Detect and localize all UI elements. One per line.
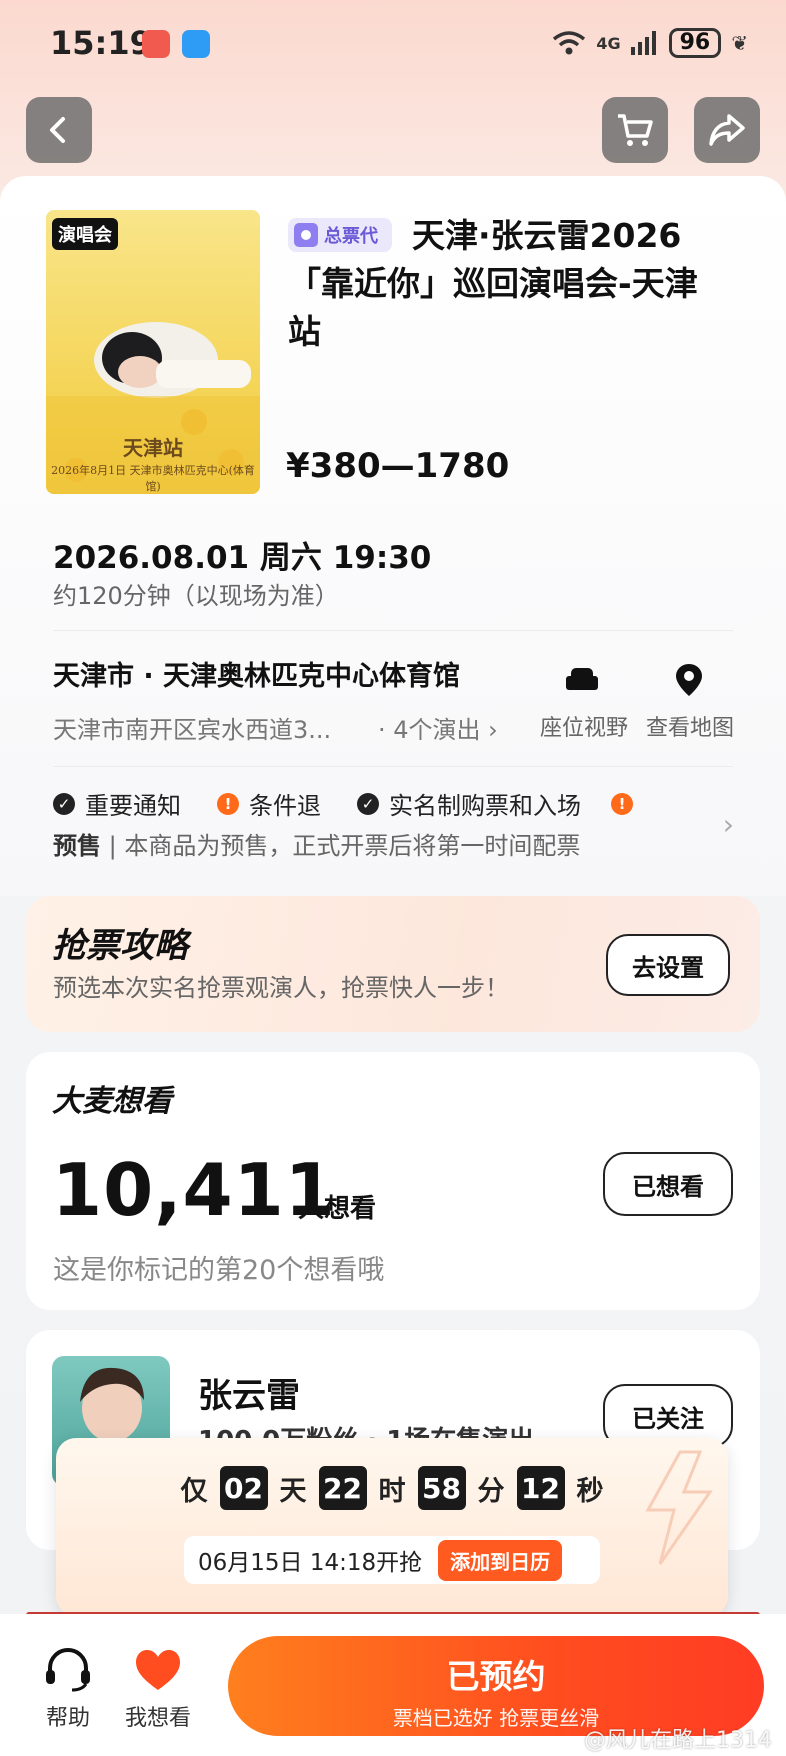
divider	[53, 630, 733, 631]
wishlist-button[interactable]: 我想看	[118, 1648, 198, 1732]
agent-badge-label: 总票代	[324, 226, 378, 247]
presale-text: | 本商品为预售，正式开票后将第一时间配票	[101, 832, 581, 860]
help-label: 帮助	[45, 1706, 90, 1731]
agent-badge: 总票代	[288, 218, 392, 252]
help-button[interactable]: 帮助	[28, 1648, 108, 1732]
status-time: 15:19	[50, 24, 152, 62]
countdown-hours: 22	[318, 1466, 367, 1510]
event-poster[interactable]: 演唱会 天津站 2026年8月1日 天津市奥林匹克中心(体育馆)	[46, 210, 260, 494]
countdown-panel: 仅 02 天 22 时 58 分 12 秒 06月15日 14:18开抢 添加到…	[56, 1438, 728, 1616]
countdown-seconds: 12	[516, 1466, 565, 1510]
presale-notice[interactable]: 预售 | 本商品为预售，正式开票后将第一时间配票	[53, 826, 580, 861]
notice-item: 条件退	[249, 792, 321, 820]
map-label[interactable]: 查看地图	[646, 710, 734, 742]
agent-logo-icon	[294, 223, 318, 247]
battery-indicator: 96	[668, 28, 722, 58]
strategy-title: 抢票攻略	[52, 926, 188, 966]
event-duration: 约120分钟（以现场为准）	[53, 582, 339, 610]
show-count-link[interactable]: · 4个演出 ›	[378, 710, 498, 745]
cta-main-label: 已预约	[446, 1657, 546, 1696]
poster-date-text: 2026年8月1日 天津市奥林匹克中心(体育馆)	[51, 464, 255, 493]
watermark: @风儿在路上1314	[584, 1728, 772, 1753]
venue-name[interactable]: 天津市 · 天津奥林匹克中心体育馆	[53, 654, 460, 693]
show-count: · 4个演出	[378, 716, 481, 744]
chevron-right-icon[interactable]: ›	[723, 808, 734, 841]
countdown-second-unit: 秒	[576, 1475, 604, 1507]
sale-time: 06月15日 14:18开抢	[198, 1550, 423, 1576]
check-icon: ✓	[53, 792, 75, 815]
armchair-icon[interactable]	[565, 663, 599, 697]
message-app-icon	[182, 30, 210, 58]
warning-icon: !	[611, 792, 633, 815]
chevron-left-icon	[50, 117, 65, 143]
heart-icon	[136, 1650, 180, 1690]
notice-item: 重要通知	[85, 792, 181, 820]
strategy-setup-button[interactable]: 去设置	[606, 934, 730, 996]
check-icon: ✓	[357, 792, 379, 815]
warning-icon: !	[217, 792, 239, 815]
presale-tag: 预售	[53, 832, 101, 860]
wanted-button[interactable]: 已想看	[603, 1152, 733, 1216]
add-to-calendar-button[interactable]: 添加到日历	[438, 1539, 563, 1581]
price-range: ¥380—1780	[286, 446, 510, 486]
artist-name[interactable]: 张云雷	[198, 1368, 300, 1417]
sale-time-bar: 06月15日 14:18开抢 添加到日历	[184, 1536, 600, 1584]
status-bar: 15:19 4G 96 ❦	[0, 0, 786, 90]
cart-button[interactable]	[602, 97, 668, 163]
share-button[interactable]	[694, 97, 760, 163]
map-pin-icon[interactable]	[672, 663, 706, 697]
want-unit: 人想看	[298, 1194, 377, 1224]
countdown-prefix: 仅	[180, 1475, 208, 1507]
cart-icon	[618, 114, 653, 146]
lightning-icon	[645, 1450, 713, 1565]
wishlist-label: 我想看	[124, 1706, 191, 1731]
countdown-timer: 仅 02 天 22 时 58 分 12 秒	[56, 1466, 728, 1510]
strategy-subtitle: 预选本次实名抢票观演人，抢票快人一步！	[53, 974, 509, 1002]
want-note: 这是你标记的第20个想看哦	[53, 1255, 385, 1286]
share-icon	[709, 114, 745, 146]
countdown-minute-unit: 分	[477, 1475, 505, 1507]
back-button[interactable]	[26, 97, 92, 163]
wifi-icon	[553, 31, 586, 55]
network-label: 4G	[596, 33, 621, 53]
headset-icon	[46, 1648, 90, 1692]
countdown-day-unit: 天	[279, 1475, 307, 1507]
signal-icon	[630, 31, 656, 55]
want-count: 10,411	[52, 1148, 336, 1232]
poster-station-text: 天津站	[123, 436, 183, 460]
leaf-icon: ❦	[731, 31, 748, 55]
want-title: 大麦想看	[52, 1084, 172, 1119]
divider	[53, 766, 733, 767]
countdown-minutes: 58	[417, 1466, 466, 1510]
notice-row[interactable]: ✓ 重要通知 ! 条件退 ✓ 实名制购票和入场 !	[53, 786, 633, 821]
notice-item: 实名制购票和入场	[389, 792, 581, 820]
venue-address[interactable]: 天津市南开区宾水西道3...	[53, 710, 331, 745]
notification-app-icon	[142, 30, 170, 58]
event-datetime: 2026.08.01 周六 19:30	[53, 540, 432, 576]
countdown-hour-unit: 时	[378, 1475, 406, 1507]
seat-view-label[interactable]: 座位视野	[540, 710, 628, 742]
countdown-days: 02	[219, 1466, 268, 1510]
reserved-cta-button[interactable]: 已预约 票档已选好 抢票更丝滑	[228, 1636, 764, 1736]
